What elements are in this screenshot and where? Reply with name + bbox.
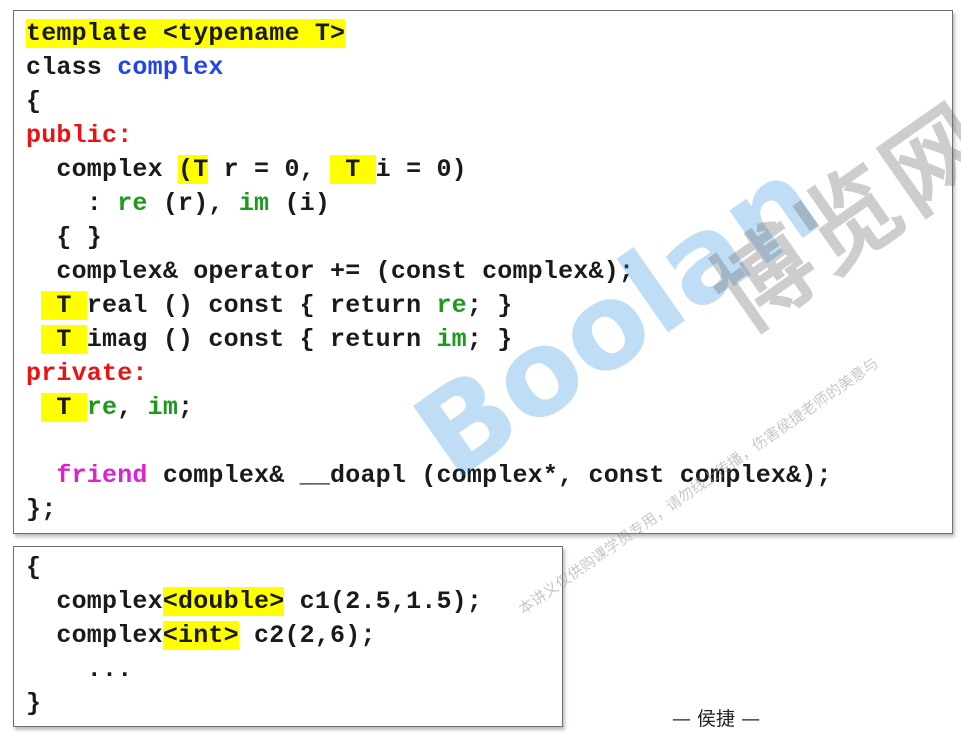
code-token: class bbox=[26, 53, 118, 82]
code-token: private: bbox=[26, 359, 148, 388]
code-line: complex<double> c1(2.5,1.5); bbox=[26, 585, 482, 619]
highlighted-code-token: T bbox=[41, 291, 87, 320]
code-token: }; bbox=[26, 495, 57, 524]
code-line: T re, im; bbox=[26, 391, 832, 425]
code-token: c2(2,6); bbox=[238, 621, 376, 650]
code-token: imag () const { return bbox=[86, 325, 437, 354]
code-token: real () const { return bbox=[86, 291, 437, 320]
code-token: : bbox=[26, 189, 118, 218]
class-template-code-panel: template <typename T> class complex{publi… bbox=[13, 10, 953, 534]
code-token: ; bbox=[178, 393, 194, 422]
code-token: im bbox=[238, 189, 270, 218]
code-token: complex bbox=[26, 587, 163, 616]
code-token: ... bbox=[26, 655, 133, 684]
code-token: (r), bbox=[147, 189, 239, 218]
class-template-code: template <typename T> class complex{publi… bbox=[26, 17, 832, 527]
code-token: r = 0, bbox=[208, 155, 331, 184]
code-token: friend bbox=[56, 461, 148, 490]
code-line: { } bbox=[26, 221, 832, 255]
code-token: im bbox=[436, 325, 467, 354]
highlighted-code-token: T bbox=[41, 325, 87, 354]
code-line: { bbox=[26, 85, 832, 119]
code-token: im bbox=[147, 393, 179, 422]
code-token: complex bbox=[26, 155, 179, 184]
code-token: re bbox=[86, 393, 118, 422]
highlighted-code-token: <int> bbox=[162, 621, 239, 650]
code-line: class complex bbox=[26, 51, 832, 85]
code-line: complex (T r = 0, T i = 0) bbox=[26, 153, 832, 187]
code-token: } bbox=[26, 689, 42, 718]
highlighted-code-token: T bbox=[330, 155, 376, 184]
code-token: (i) bbox=[269, 189, 331, 218]
code-token: { bbox=[26, 553, 42, 582]
code-line: T real () const { return re; } bbox=[26, 289, 832, 323]
code-token: { } bbox=[26, 223, 103, 252]
code-line: complex<int> c2(2,6); bbox=[26, 619, 482, 653]
template-usage-code: { complex<double> c1(2.5,1.5); complex<i… bbox=[26, 551, 482, 721]
code-token: { bbox=[26, 87, 42, 116]
code-token: re bbox=[436, 291, 467, 320]
code-line: }; bbox=[26, 493, 832, 527]
highlighted-code-token: (T bbox=[178, 155, 209, 184]
code-line: friend complex& __doapl (complex*, const… bbox=[26, 459, 832, 493]
code-token: ; } bbox=[466, 325, 513, 354]
code-token: i = 0) bbox=[375, 155, 467, 184]
code-line: T imag () const { return im; } bbox=[26, 323, 832, 357]
code-token: complex& __doapl (complex*, const comple… bbox=[147, 461, 832, 490]
code-line: : re (r), im (i) bbox=[26, 187, 832, 221]
code-line: public: bbox=[26, 119, 832, 153]
code-line: complex& operator += (const complex&); bbox=[26, 255, 832, 289]
highlighted-code-token: template <typename T> bbox=[26, 19, 346, 48]
code-line: private: bbox=[26, 357, 832, 391]
code-line: } bbox=[26, 687, 482, 721]
author-credit: — 侯捷 — bbox=[672, 708, 761, 730]
highlighted-code-token: <double> bbox=[162, 587, 285, 616]
code-line: ... bbox=[26, 653, 482, 687]
code-token: public: bbox=[26, 121, 133, 150]
code-token: ; } bbox=[466, 291, 513, 320]
code-line: { bbox=[26, 551, 482, 585]
code-token: complex& operator += (const complex&); bbox=[26, 257, 635, 286]
highlighted-code-token: T bbox=[41, 393, 87, 422]
code-token: c1(2.5,1.5); bbox=[284, 587, 483, 616]
template-usage-code-panel: { complex<double> c1(2.5,1.5); complex<i… bbox=[13, 546, 563, 727]
code-token: , bbox=[117, 393, 148, 422]
code-token: complex bbox=[26, 621, 163, 650]
code-token: complex bbox=[117, 53, 224, 82]
code-line: template <typename T> bbox=[26, 17, 832, 51]
code-token: re bbox=[117, 189, 148, 218]
